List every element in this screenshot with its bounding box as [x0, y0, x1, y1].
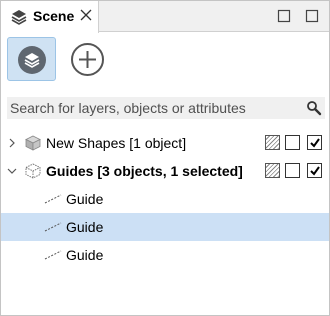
checkmark-icon — [310, 166, 320, 176]
visibility-checkbox[interactable] — [307, 135, 322, 150]
cube-icon — [25, 135, 41, 151]
plus-icon — [79, 51, 96, 68]
search-input[interactable] — [7, 97, 325, 119]
tab-title: Scene — [33, 8, 75, 24]
scene-panel: Scene Search for layers, objects or attr… — [0, 0, 330, 316]
restore-icon[interactable] — [277, 9, 291, 23]
tree-row-label: New Shapes [1 object] — [46, 135, 187, 151]
search-icon[interactable] — [306, 100, 322, 116]
tree-row-label: Guide — [66, 191, 104, 207]
tree-row-label: Guide — [66, 247, 104, 263]
cube-wireframe-icon — [25, 163, 41, 179]
guide-line-icon — [44, 222, 62, 232]
layers-icon — [18, 46, 46, 74]
tree-row-new-shapes[interactable]: New Shapes [1 object] — [1, 129, 329, 157]
chevron-down-icon[interactable] — [6, 165, 18, 177]
checkbox[interactable] — [285, 163, 300, 178]
tree-row-guide[interactable]: Guide — [1, 241, 329, 269]
guide-line-icon — [44, 250, 62, 260]
tree-row-label: Guide — [66, 219, 104, 235]
close-icon[interactable] — [79, 8, 93, 22]
tree-row-guide[interactable]: Guide — [1, 185, 329, 213]
visibility-checkbox[interactable] — [307, 163, 322, 178]
layers-icon — [11, 10, 27, 25]
layers-toggle-button[interactable] — [7, 37, 56, 81]
tree-row-label: Guides [3 objects, 1 selected] — [46, 163, 243, 179]
tree-row-guides[interactable]: Guides [3 objects, 1 selected] — [1, 157, 329, 185]
tree-row-guide-selected[interactable]: Guide — [1, 213, 329, 241]
checkbox[interactable] — [285, 135, 300, 150]
guide-line-icon — [44, 194, 62, 204]
chevron-right-icon[interactable] — [6, 137, 18, 149]
tab-bar: Scene — [1, 1, 329, 33]
add-layer-button[interactable] — [71, 43, 104, 76]
lock-toggle[interactable] — [265, 163, 280, 178]
lock-toggle[interactable] — [265, 135, 280, 150]
checkmark-icon — [310, 138, 320, 148]
tab-scene[interactable]: Scene — [1, 1, 99, 33]
maximize-icon[interactable] — [305, 9, 319, 23]
